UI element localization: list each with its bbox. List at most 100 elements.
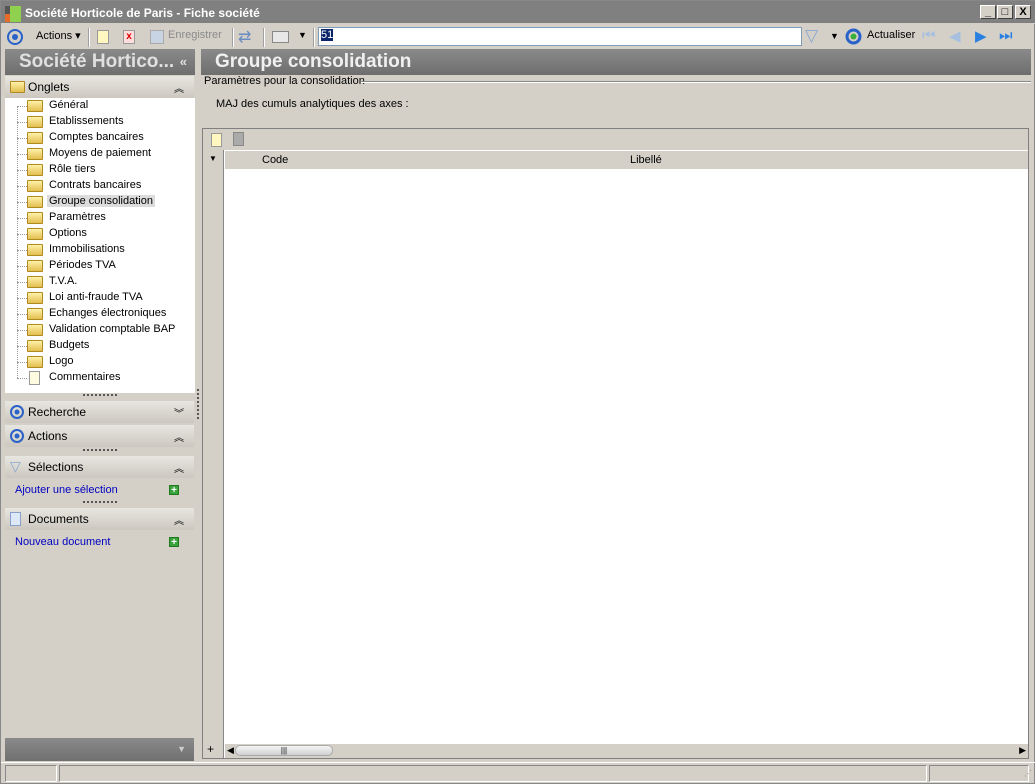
folder-icon [27, 196, 43, 208]
separator [263, 28, 265, 47]
expand-icon[interactable]: ︾ [174, 405, 184, 420]
folder-icon [27, 164, 43, 176]
folder-icon [27, 244, 43, 256]
tab-item-label: T.V.A. [49, 275, 78, 287]
column-header-libelle[interactable]: Libellé [630, 154, 662, 166]
scroll-left-icon[interactable]: ◀ [227, 745, 234, 756]
actions-menu-button[interactable]: Actions ▾ [36, 29, 81, 42]
print-icon[interactable] [272, 31, 289, 43]
column-chooser-icon[interactable]: ▼ [209, 154, 217, 163]
collapse-icon[interactable]: ︽ [174, 429, 184, 444]
selections-section-header[interactable]: ▽ Sélections ︽ [5, 456, 194, 478]
tab-item-label: Echanges électroniques [49, 307, 167, 319]
tabs-tree: Général Etablissements Comptes bancaires Mo… [5, 98, 195, 393]
new-icon[interactable] [97, 30, 109, 44]
actions-circle-icon [7, 29, 23, 45]
horizontal-scrollbar[interactable]: ◀ ||| ▶ [225, 744, 1028, 758]
app-icon [5, 6, 21, 22]
add-row-icon[interactable]: + [207, 742, 214, 756]
folder-icon [27, 180, 43, 192]
filter-icon[interactable]: ▽ [805, 26, 818, 46]
grid-toolbar [203, 129, 1028, 150]
search-circle-icon [10, 405, 24, 419]
record-input[interactable]: 51 [318, 27, 802, 46]
splitter-grip[interactable] [83, 449, 117, 451]
scroll-thumb[interactable]: ||| [235, 745, 333, 756]
minimize-button[interactable]: _ [980, 5, 996, 19]
search-section-header[interactable]: Recherche ︾ [5, 401, 194, 423]
grid-header-row: Code Libellé [225, 150, 1028, 169]
tab-item-label: Options [49, 227, 87, 239]
tab-item-label: Logo [49, 355, 74, 367]
tabs-section-label: Onglets [28, 80, 70, 94]
folder-icon [27, 308, 43, 320]
previous-record-icon[interactable]: ◀ [949, 27, 961, 45]
tab-item-label: Périodes TVA [49, 259, 116, 271]
left-panel-header: Société Hortico... « [5, 49, 195, 75]
new-document-link[interactable]: Nouveau document [15, 536, 110, 548]
folder-icon [27, 100, 43, 112]
tab-item-label: Validation comptable BAP [49, 323, 176, 335]
tabs-section-header[interactable]: Onglets ︽ [5, 76, 194, 98]
collapse-icon[interactable]: ︽ [174, 80, 184, 95]
save-button[interactable]: Enregistrer [168, 29, 222, 41]
page-title: Groupe consolidation [201, 49, 1031, 75]
splitter-grip[interactable] [83, 501, 117, 503]
separator [232, 28, 234, 47]
resize-grip-icon[interactable]: ⋰ [1024, 769, 1032, 778]
delete-icon[interactable]: x [123, 30, 135, 44]
maj-label: MAJ des cumuls analytiques des axes : [216, 98, 409, 110]
add-selection-plus-icon[interactable]: + [169, 485, 179, 496]
folder-icon [27, 228, 43, 240]
separator [313, 28, 315, 47]
tab-item-label: Etablissements [49, 115, 124, 127]
folder-icon [27, 292, 43, 304]
record-input-value: 51 [321, 29, 334, 41]
tab-item-label: Paramètres [49, 211, 106, 223]
first-record-icon[interactable]: ⏮ [922, 27, 936, 44]
tab-item-label: Groupe consolidation [47, 195, 155, 207]
collapse-icon[interactable]: ︽ [174, 512, 184, 527]
title-bar: Société Horticole de Paris - Fiche socié… [1, 1, 1035, 24]
vertical-splitter[interactable] [197, 389, 199, 419]
delete-row-icon[interactable] [233, 132, 244, 146]
sync-icon[interactable]: ⇄ [238, 27, 251, 47]
folder-icon [27, 356, 43, 368]
document-icon [29, 371, 40, 385]
tab-item-label: Moyens de paiement [49, 147, 152, 159]
folder-icon [27, 132, 43, 144]
selections-section-label: Sélections [28, 460, 84, 474]
folder-icon [27, 148, 43, 160]
folder-icon [27, 116, 43, 128]
close-button[interactable]: X [1015, 5, 1031, 19]
collapse-icon[interactable]: ︽ [174, 460, 184, 475]
filter-icon: ▽ [10, 458, 21, 474]
scroll-right-icon[interactable]: ▶ [1019, 745, 1026, 756]
folder-icon [27, 260, 43, 272]
documents-section-header[interactable]: Documents ︽ [5, 508, 194, 530]
data-grid: ▼ + Code Libellé ◀ ||| ▶ [202, 128, 1029, 759]
status-bar: ⋰ [1, 762, 1035, 784]
tab-item-label: Immobilisations [49, 243, 125, 255]
last-record-icon[interactable]: ⏭ [999, 27, 1013, 44]
add-selection-link[interactable]: Ajouter une sélection [15, 484, 118, 496]
actions-section-header[interactable]: Actions ︽ [5, 425, 194, 447]
tab-item-label: Rôle tiers [49, 163, 96, 175]
column-header-code[interactable]: Code [262, 154, 288, 166]
group-box-line [361, 81, 1031, 83]
print-dropdown-icon[interactable]: ▼ [298, 30, 307, 40]
refresh-button[interactable]: Actualiser [867, 29, 915, 41]
tab-item-label: Commentaires [49, 371, 121, 383]
new-document-plus-icon[interactable]: + [169, 537, 179, 548]
splitter-grip[interactable] [83, 394, 117, 396]
footer-dropdown-icon[interactable]: ▼ [177, 744, 186, 754]
collapse-panel-button[interactable]: « [180, 54, 187, 69]
maximize-button[interactable]: □ [997, 5, 1013, 19]
row-header-column: ▼ + [203, 150, 224, 758]
save-icon[interactable] [150, 30, 164, 44]
next-record-icon[interactable]: ▶ [975, 27, 987, 45]
tab-item-label: Général [49, 99, 89, 111]
filter-dropdown-icon[interactable]: ▼ [830, 31, 839, 41]
folder-icon [27, 212, 43, 224]
new-row-icon[interactable] [211, 133, 222, 147]
